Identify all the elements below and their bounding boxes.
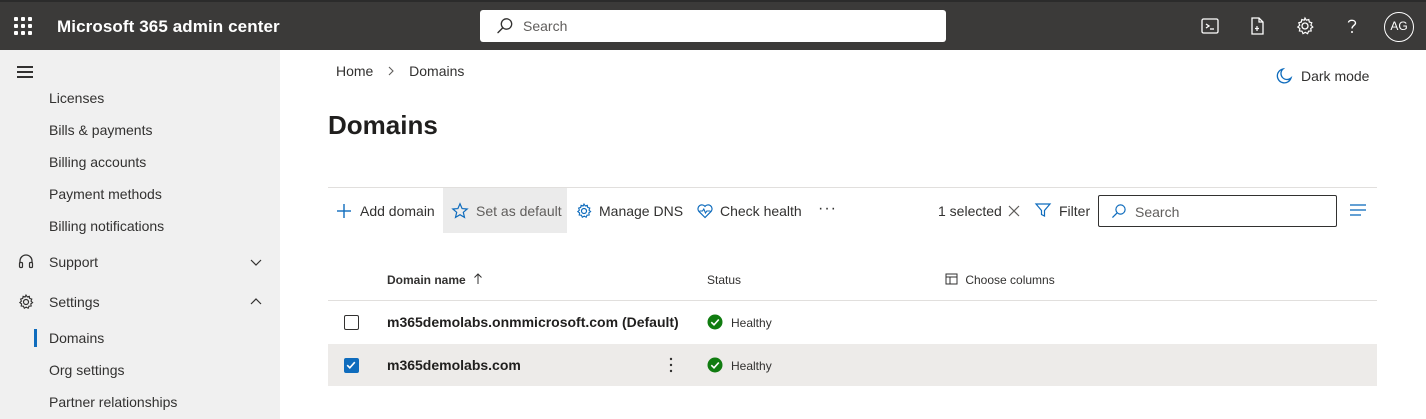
- domain-search-placeholder: Search: [1135, 204, 1180, 220]
- nav-item-billing-accounts[interactable]: Billing accounts: [0, 148, 280, 176]
- breadcrumb: Home Domains: [336, 63, 464, 79]
- global-search-placeholder: Search: [523, 18, 568, 34]
- column-header-domain-name[interactable]: Domain name: [387, 273, 483, 287]
- view-options-icon[interactable]: [1349, 203, 1367, 217]
- chevron-down-icon: [250, 259, 262, 266]
- nav-item-label: Domains: [49, 330, 105, 346]
- help-icon[interactable]: [1341, 15, 1363, 37]
- gear-icon: [576, 202, 592, 218]
- row-checkbox[interactable]: [344, 358, 359, 373]
- search-icon: [1112, 204, 1126, 218]
- domain-name[interactable]: m365demolabs.onmmicrosoft.com (Default): [387, 314, 679, 330]
- nav-item-label: Bills & payments: [49, 122, 153, 138]
- check-health-label: Check health: [720, 203, 802, 219]
- active-indicator: [34, 329, 37, 347]
- global-search-box[interactable]: Search: [480, 10, 946, 42]
- nav-item-label: Org settings: [49, 362, 125, 378]
- hamburger-menu-icon[interactable]: [17, 66, 33, 78]
- nav-item-label: Billing notifications: [49, 218, 165, 234]
- dark-mode-label: Dark mode: [1301, 68, 1370, 84]
- more-actions-icon: ···: [818, 200, 837, 217]
- nav-item-support[interactable]: Support: [0, 248, 280, 276]
- table-header: Domain name Status Choose columns: [328, 258, 1377, 301]
- nav-item-label: Licenses: [49, 90, 105, 106]
- heart-pulse-icon: [697, 204, 713, 219]
- nav-item-org-settings[interactable]: Org settings: [0, 356, 280, 384]
- set-as-default-button[interactable]: Set as default: [443, 188, 567, 233]
- left-nav: Licenses Bills & payments Billing accoun…: [0, 50, 280, 419]
- nav-item-label: Settings: [49, 294, 100, 310]
- add-domain-button[interactable]: Add domain: [328, 188, 441, 233]
- gear-icon[interactable]: [1294, 15, 1316, 37]
- more-actions-button[interactable]: ···: [814, 188, 842, 233]
- nav-item-domains[interactable]: Domains: [0, 324, 280, 352]
- clear-selection-icon[interactable]: [1007, 204, 1021, 218]
- breadcrumb-home[interactable]: Home: [336, 63, 373, 79]
- nav-item-partner-relationships[interactable]: Partner relationships: [0, 388, 280, 416]
- nav-item-settings[interactable]: Settings: [0, 288, 280, 316]
- nav-item-bills-payments[interactable]: Bills & payments: [0, 116, 280, 144]
- sort-ascending-icon: [474, 273, 482, 284]
- column-header-label: Domain name: [387, 273, 466, 287]
- row-checkbox[interactable]: [344, 315, 359, 330]
- chevron-right-icon: [388, 66, 395, 76]
- app-launcher-icon[interactable]: [14, 17, 32, 35]
- nav-item-label: Support: [49, 254, 99, 270]
- filter-button[interactable]: Filter: [1032, 188, 1096, 233]
- page-title: Domains: [328, 110, 438, 140]
- headset-icon: [18, 254, 34, 269]
- terminal-icon[interactable]: [1199, 15, 1221, 37]
- star-icon: [451, 202, 469, 219]
- add-domain-label: Add domain: [360, 203, 435, 219]
- check-health-button[interactable]: Check health: [694, 188, 804, 233]
- table-row[interactable]: m365demolabs.onmmicrosoft.com (Default) …: [328, 301, 1377, 343]
- domain-name[interactable]: m365demolabs.com: [387, 357, 521, 373]
- nav-item-label: Payment methods: [49, 186, 162, 202]
- selection-count-label: 1 selected: [938, 203, 1002, 219]
- set-as-default-label: Set as default: [476, 203, 562, 219]
- status-label: Healthy: [731, 316, 772, 330]
- avatar[interactable]: AG: [1384, 12, 1414, 42]
- top-bar: Microsoft 365 admin center Search AG: [0, 0, 1426, 50]
- plus-icon: [337, 204, 351, 218]
- app-title[interactable]: Microsoft 365 admin center: [57, 17, 280, 37]
- gear-icon: [18, 293, 34, 309]
- status-label: Healthy: [731, 359, 772, 373]
- search-icon: [497, 18, 513, 34]
- nav-item-licenses[interactable]: Licenses: [0, 84, 280, 112]
- nav-item-billing-notifications[interactable]: Billing notifications: [0, 212, 280, 240]
- chevron-up-icon: [250, 298, 262, 305]
- document-icon[interactable]: [1246, 15, 1268, 37]
- check-circle-icon: [707, 357, 723, 373]
- nav-item-label: Partner relationships: [49, 394, 178, 410]
- column-header-status[interactable]: Status: [707, 273, 741, 287]
- checkmark-icon: [346, 361, 356, 369]
- choose-columns-icon: [945, 273, 958, 285]
- filter-icon: [1034, 203, 1052, 217]
- manage-dns-label: Manage DNS: [599, 203, 684, 219]
- choose-columns-label: Choose columns: [965, 273, 1055, 287]
- breadcrumb-current: Domains: [409, 63, 465, 79]
- check-circle-icon: [707, 314, 723, 330]
- choose-columns-button[interactable]: Choose columns: [945, 273, 1055, 287]
- nav-item-payment-methods[interactable]: Payment methods: [0, 180, 280, 208]
- row-more-actions-icon[interactable]: [668, 356, 674, 374]
- nav-item-label: Billing accounts: [49, 154, 147, 170]
- manage-dns-button[interactable]: Manage DNS: [572, 188, 684, 233]
- moon-icon: [1276, 67, 1293, 84]
- table-row[interactable]: m365demolabs.com Healthy: [328, 344, 1377, 386]
- filter-label: Filter: [1059, 203, 1091, 219]
- domain-search-input[interactable]: Search: [1098, 195, 1337, 227]
